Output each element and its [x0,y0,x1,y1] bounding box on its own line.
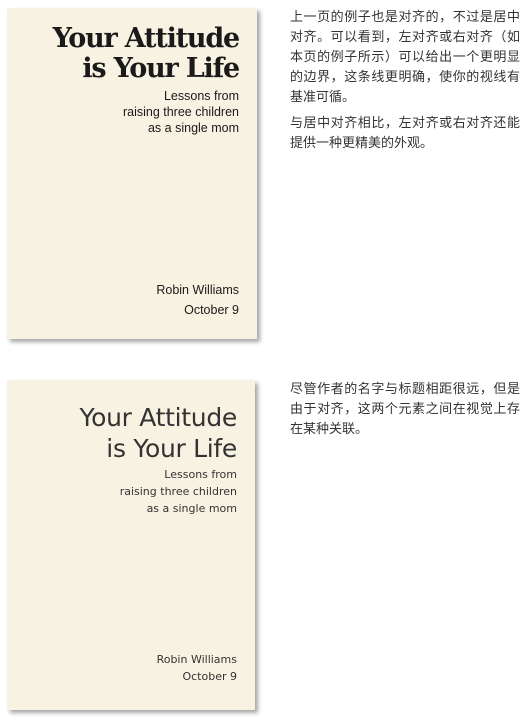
book-title: Your Attitude is Your Life [79,402,237,464]
commentary-bottom: 尽管作者的名字与标题相距很远，但是由于对齐，这两个元素之间在视觉上存在某种关联。 [290,380,520,446]
commentary-top: 上一页的例子也是对齐的，不过是居中对齐。可以看到，左对齐或右对齐（如本页的例子所… [290,8,520,160]
example-card-bottom: Your Attitude is Your Life Lessons from … [7,380,255,710]
book-title: Your Attitude is Your Life [52,23,241,84]
subtitle-line: raising three children [122,105,239,119]
title-line: Your Attitude [79,403,237,432]
subtitle-line: raising three children [119,485,237,498]
date: October 9 [182,670,237,683]
commentary-paragraph: 与居中对齐相比，左对齐或右对齐还能提供一种更精美的外观。 [290,116,520,151]
author-block: Robin Williams October 9 [157,651,237,685]
subtitle-line: Lessons from [163,89,239,103]
title-line: Your Attitude [52,23,241,54]
commentary-paragraph: 尽管作者的名字与标题相距很远，但是由于对齐，这两个元素之间在视觉上存在某种关联。 [290,382,520,437]
title-line: is Your Life [106,434,237,463]
commentary-paragraph: 上一页的例子也是对齐的，不过是居中对齐。可以看到，左对齐或右对齐（如本页的例子所… [290,10,520,105]
book-subtitle: Lessons from raising three children as a… [123,88,239,136]
book-subtitle: Lessons from raising three children as a… [120,466,237,517]
author-block: Robin Williams October 9 [156,280,239,320]
example-card-top: Your Attitude is Your Life Lessons from … [7,8,257,339]
author-name: Robin Williams [156,653,237,666]
date: October 9 [184,303,239,317]
subtitle-line: as a single mom [147,121,239,135]
subtitle-line: as a single mom [146,502,237,515]
subtitle-line: Lessons from [164,468,237,481]
title-line: is Your Life [82,53,240,84]
author-name: Robin Williams [156,283,239,297]
